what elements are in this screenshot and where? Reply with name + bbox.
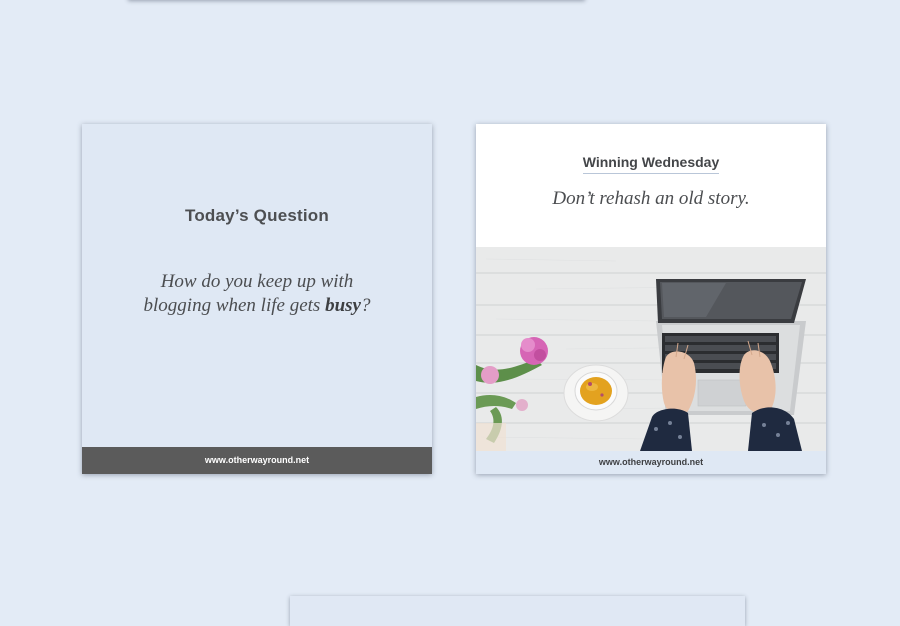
- question-line-2: blogging when life gets busy?: [82, 294, 432, 318]
- question-mark: ?: [360, 295, 371, 316]
- card-footer-url: www.otherwayround.net: [476, 451, 826, 474]
- question-emphasis: busy: [325, 295, 361, 316]
- card-title: Today’s Question: [185, 206, 329, 225]
- card-subtitle: Don’t rehash an old story.: [552, 188, 750, 209]
- question-line-2-prefix: blogging when life gets: [143, 295, 326, 316]
- question-text: How do you keep up with blogging when li…: [82, 270, 432, 318]
- card-title-text: Winning Wednesday: [582, 154, 720, 174]
- card-footer-url: www.otherwayround.net: [82, 447, 432, 474]
- laptop-desk-photo: [476, 247, 826, 451]
- todays-question-card: Today’s Question How do you keep up with…: [82, 124, 432, 474]
- winning-wednesday-card: Winning Wednesday Don’t rehash an old st…: [476, 124, 826, 474]
- question-line-1: How do you keep up with: [160, 271, 354, 292]
- partial-card-bottom: [290, 596, 745, 626]
- card-title: Winning Wednesday: [476, 154, 826, 174]
